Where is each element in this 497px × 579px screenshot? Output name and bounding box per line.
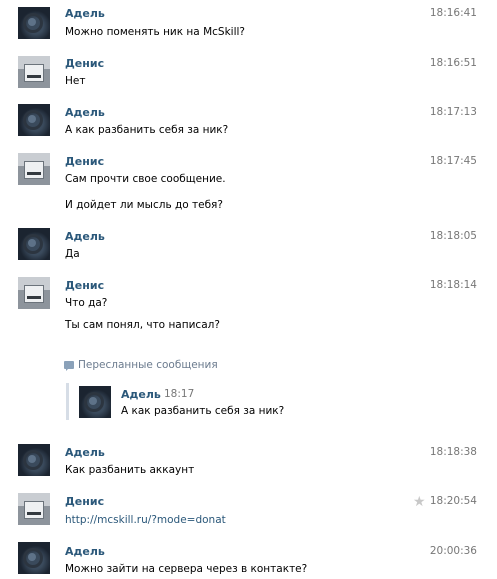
- author-name[interactable]: Денис: [65, 495, 104, 508]
- author-name[interactable]: Адель: [65, 7, 105, 20]
- author-name[interactable]: Денис: [65, 155, 104, 168]
- message-time: 18:18:38: [429, 446, 477, 458]
- author-name[interactable]: Адель: [65, 230, 105, 243]
- forward-icon: [64, 361, 74, 371]
- message-link[interactable]: http://mcskill.ru/?mode=donat: [65, 514, 226, 526]
- forwarded-border: [66, 383, 69, 420]
- message-time: 18:17:45: [429, 155, 477, 167]
- message-text: Сам прочти свое сообщение.: [65, 173, 226, 185]
- message-time: 18:20:54: [429, 495, 477, 507]
- avatar[interactable]: [18, 104, 50, 136]
- message-text: Нет: [65, 75, 86, 87]
- author-name[interactable]: Денис: [65, 57, 104, 70]
- forwarded-label[interactable]: Пересланные сообщения: [64, 359, 218, 371]
- message-text: Что да?: [65, 297, 108, 309]
- message-time: 18:16:41: [429, 7, 477, 19]
- forwarded-text: А как разбанить себя за ник?: [121, 405, 285, 417]
- message-text: И дойдет ли мысль до тебя?: [65, 199, 223, 211]
- avatar[interactable]: [18, 7, 50, 39]
- author-name[interactable]: Адель: [65, 106, 105, 119]
- forwarded-label-text: Пересланные сообщения: [78, 359, 218, 371]
- author-name[interactable]: Адель: [65, 545, 105, 558]
- message-text: Да: [65, 248, 80, 260]
- message-text: http://mcskill.ru/?mode=donat: [65, 514, 226, 526]
- message-time: 18:18:05: [429, 230, 477, 242]
- avatar[interactable]: [18, 444, 50, 476]
- message-time: 18:17:13: [429, 106, 477, 118]
- avatar[interactable]: [18, 277, 50, 309]
- avatar[interactable]: [18, 56, 50, 88]
- message-time: 18:18:14: [429, 279, 477, 291]
- avatar[interactable]: [18, 493, 50, 525]
- forwarded-time: 18:17: [164, 388, 195, 400]
- message-text: Как разбанить аккаунт: [65, 464, 195, 476]
- message-text: Ты сам понял, что написал?: [65, 319, 220, 331]
- avatar[interactable]: [18, 153, 50, 185]
- message-text: А как разбанить себя за ник?: [65, 124, 229, 136]
- message-time: 20:00:36: [429, 545, 477, 557]
- forwarded-author[interactable]: Адель: [121, 388, 161, 401]
- star-icon[interactable]: ★: [413, 495, 426, 509]
- avatar[interactable]: [79, 386, 111, 418]
- avatar[interactable]: [18, 542, 50, 574]
- author-name[interactable]: Денис: [65, 279, 104, 292]
- message-text: Можно зайти на сервера через в контакте?: [65, 563, 308, 575]
- message-time: 18:16:51: [429, 57, 477, 69]
- author-name[interactable]: Адель: [65, 446, 105, 459]
- message-text: Можно поменять ник на McSkill?: [65, 26, 245, 38]
- avatar[interactable]: [18, 228, 50, 260]
